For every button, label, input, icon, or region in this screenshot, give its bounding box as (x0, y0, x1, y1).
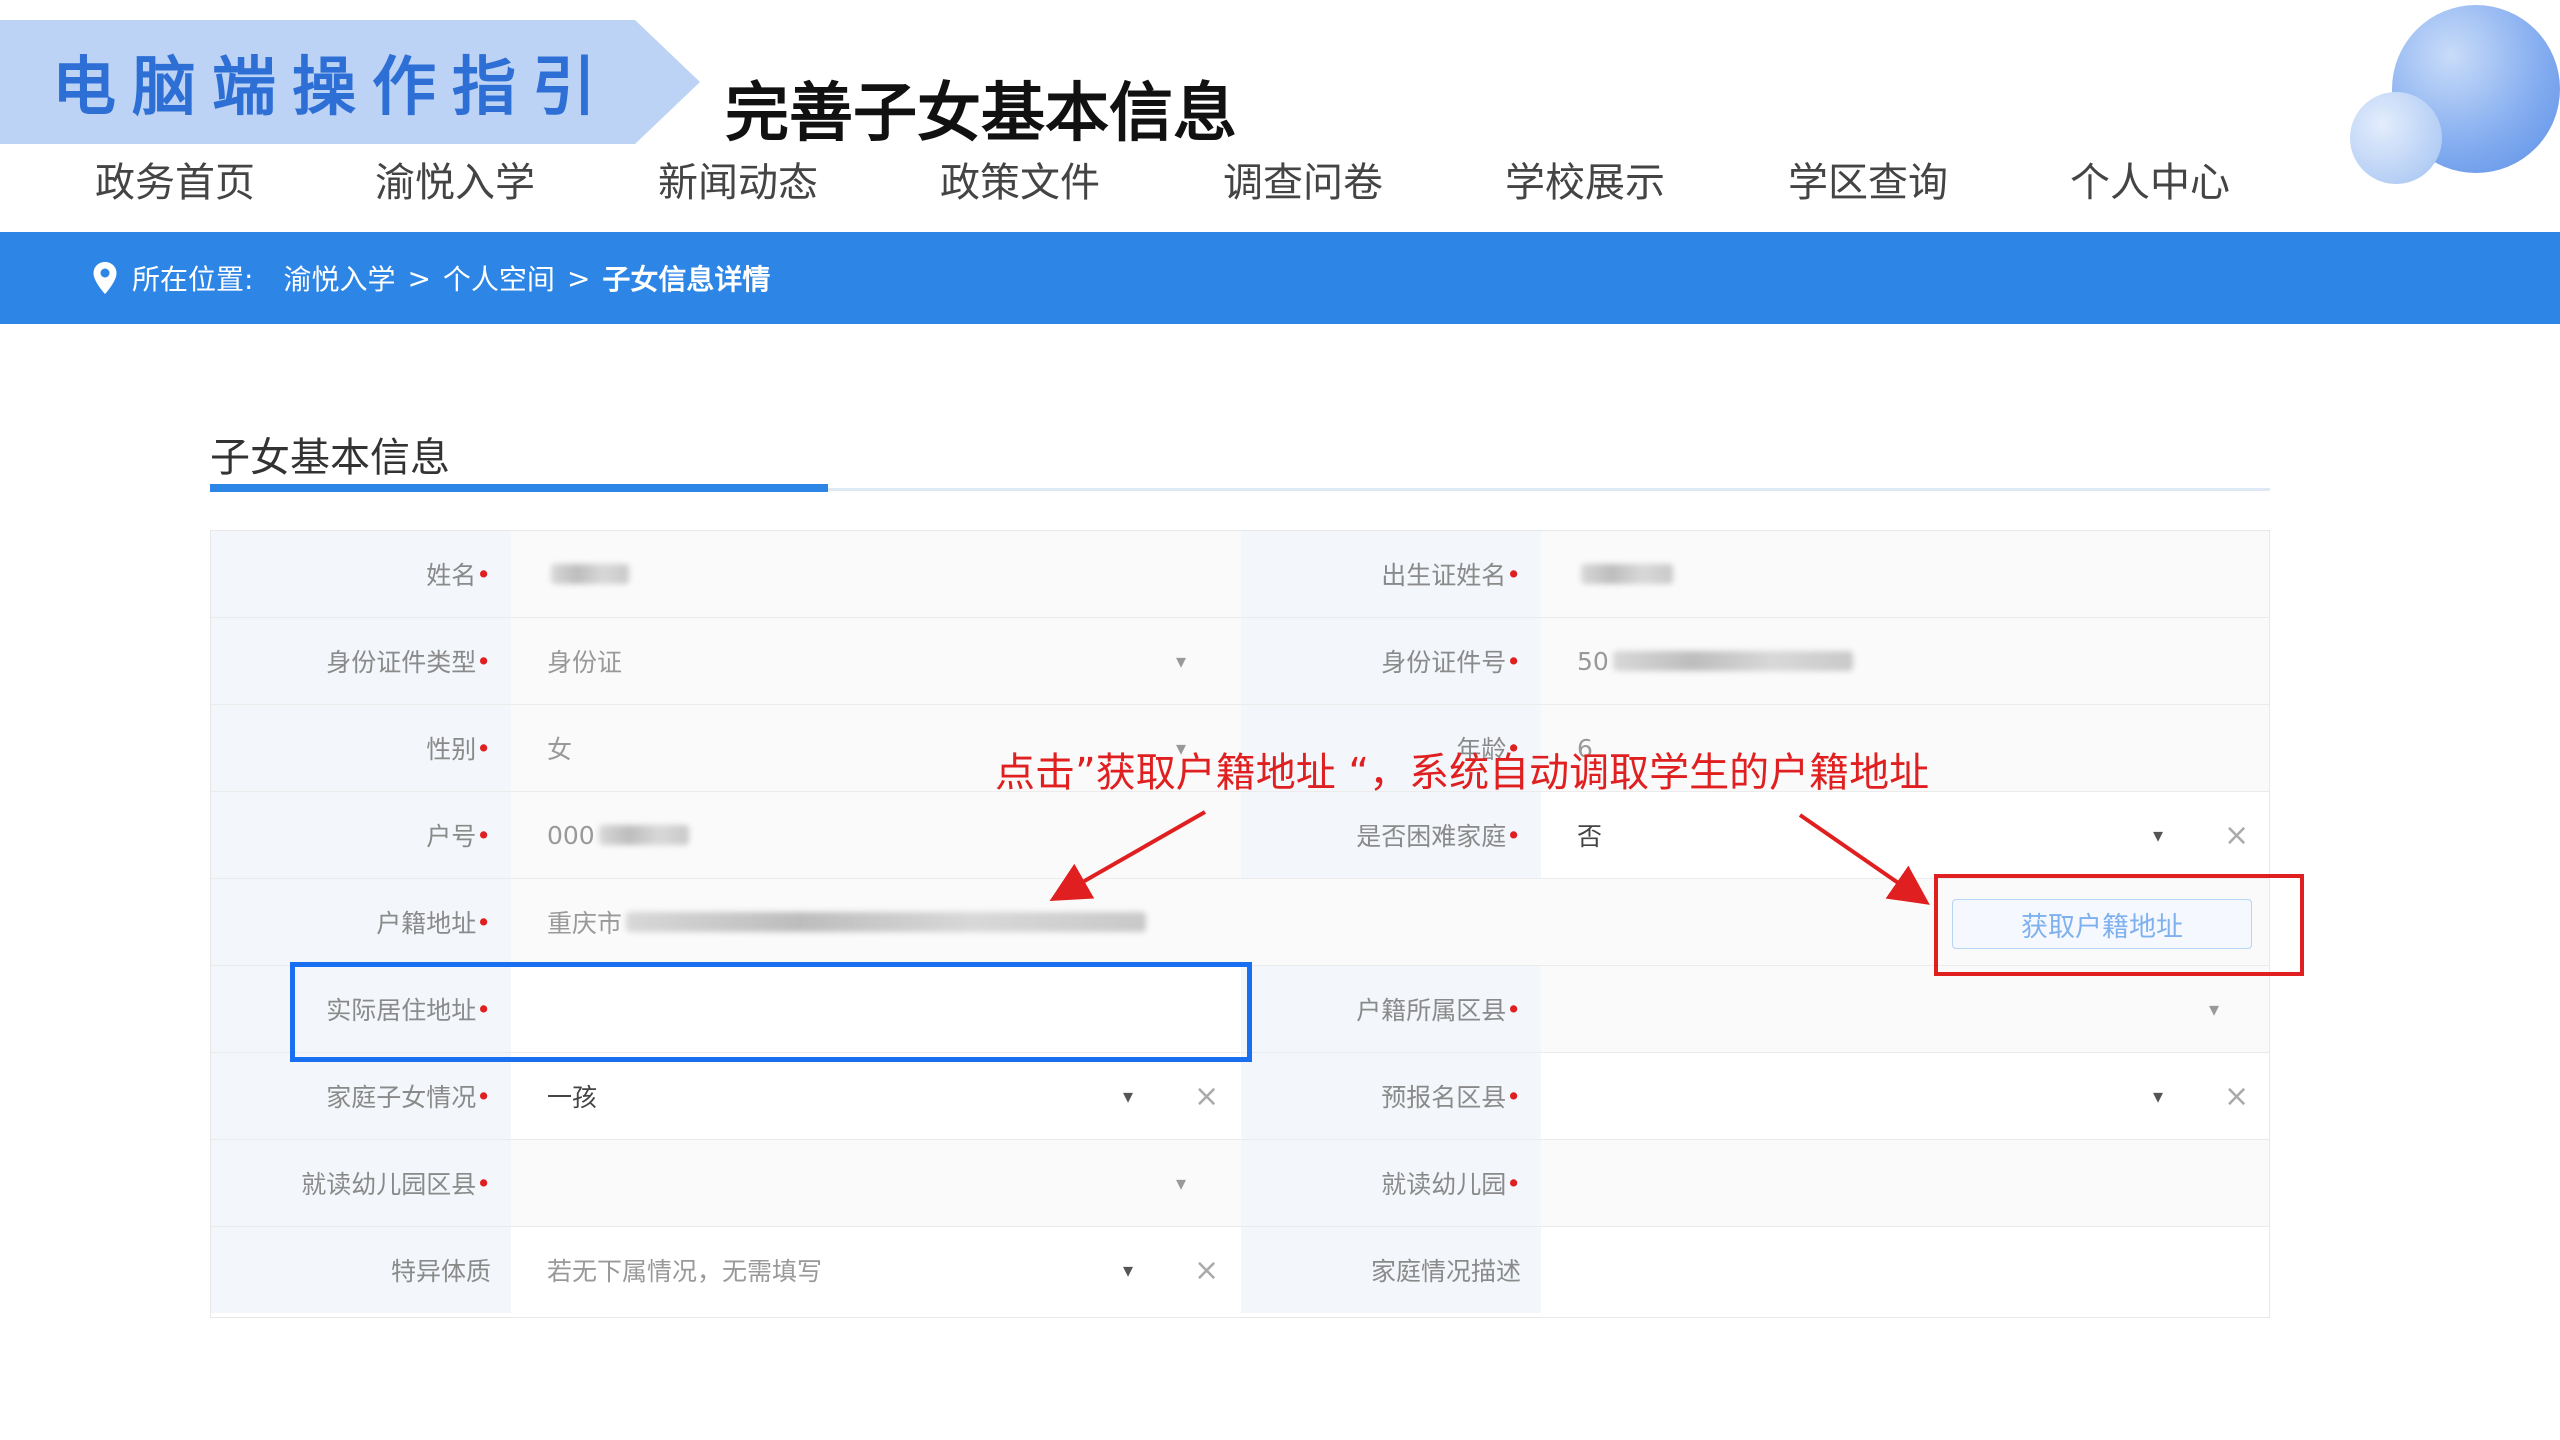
section-divider-active (210, 484, 828, 492)
nav-item-home[interactable]: 政务首页 (95, 150, 255, 208)
hukou-district-label: 户籍所属区县 • (1241, 966, 1541, 1052)
id-number-field[interactable]: 50 (1541, 618, 2269, 704)
form-row: 家庭子女情况 • 一孩 ▾ × 预报名区县 • ▾ × (211, 1053, 2269, 1140)
special-select[interactable]: 若无下属情况，无需填写 ▾ × (511, 1227, 1241, 1313)
redacted-value (1581, 564, 1673, 584)
id-type-select[interactable]: 身份证 ▾ (511, 618, 1241, 704)
form-row: 特异体质 若无下属情况，无需填写 ▾ × 家庭情况描述 (211, 1227, 2269, 1314)
id-type-label: 身份证件类型 • (211, 618, 511, 704)
annotation-text: 点击”获取户籍地址 “，系统自动调取学生的户籍地址 (995, 750, 1930, 796)
guide-banner-text: 电脑端操作指引 (52, 50, 612, 125)
clear-icon[interactable]: × (2224, 818, 2249, 853)
nav-item-news[interactable]: 新闻动态 (658, 150, 818, 208)
children-select[interactable]: 一孩 ▾ × (511, 1053, 1241, 1139)
gender-label: 性别 • (211, 705, 511, 791)
redacted-value (598, 825, 689, 845)
clear-icon[interactable]: × (1194, 1253, 1219, 1288)
chevron-down-icon: ▾ (2209, 997, 2220, 1021)
hardship-label: 是否困难家庭 • (1241, 792, 1541, 878)
hukou-address-label: 户籍地址 • (211, 879, 511, 965)
clear-icon[interactable]: × (1194, 1079, 1219, 1114)
chevron-down-icon: ▾ (2153, 1084, 2164, 1108)
chevron-down-icon: ▾ (1123, 1258, 1134, 1282)
top-nav: 政务首页 渝悦入学 新闻动态 政策文件 调查问卷 学校展示 学区查询 个人中心 (0, 150, 2440, 230)
breadcrumb-prefix: 所在位置: (132, 263, 254, 296)
form-row: 姓名 • 出生证姓名 • (211, 531, 2269, 618)
birth-cert-name-field[interactable] (1541, 531, 2269, 617)
nav-item-survey[interactable]: 调查问卷 (1223, 150, 1383, 208)
family-desc-input[interactable] (1541, 1227, 2269, 1313)
name-label: 姓名 • (211, 531, 511, 617)
birth-cert-name-label: 出生证姓名 • (1241, 531, 1541, 617)
button-highlight-box (1934, 874, 2304, 976)
breadcrumb-separator: > (407, 261, 431, 295)
redacted-value (551, 564, 629, 584)
breadcrumb-item-personal-space[interactable]: 个人空间 (443, 258, 555, 298)
section-title: 子女基本信息 (210, 435, 450, 481)
breadcrumb-item-enrollment[interactable]: 渝悦入学 (283, 258, 395, 298)
children-label: 家庭子女情况 • (211, 1053, 511, 1139)
kinder-district-label: 就读幼儿园区县 • (211, 1140, 511, 1226)
household-no-label: 户号 • (211, 792, 511, 878)
redacted-value (1612, 651, 1853, 671)
name-field[interactable] (511, 531, 1241, 617)
chevron-down-icon: ▾ (2153, 823, 2164, 847)
breadcrumb-item-current: 子女信息详情 (602, 263, 771, 296)
prereg-district-label: 预报名区县 • (1241, 1053, 1541, 1139)
breadcrumb-separator: > (566, 261, 591, 295)
form-row: 身份证件类型 • 身份证 ▾ 身份证件号 • 50 (211, 618, 2269, 705)
nav-item-schools[interactable]: 学校展示 (1505, 150, 1665, 208)
chevron-down-icon: ▾ (1176, 649, 1187, 673)
id-number-label: 身份证件号 • (1241, 618, 1541, 704)
hukou-district-select[interactable]: ▾ (1541, 966, 2269, 1052)
kinder-district-select[interactable]: ▾ (511, 1140, 1241, 1226)
redacted-value (626, 912, 1147, 932)
slide-title: 完善子女基本信息 (725, 77, 1237, 151)
hardship-select[interactable]: 否 ▾ × (1541, 792, 2269, 878)
family-desc-label: 家庭情况描述 (1241, 1227, 1541, 1313)
breadcrumb: 所在位置: 渝悦入学 > 个人空间 > 子女信息详情 (0, 232, 2560, 324)
chevron-down-icon: ▾ (1176, 1171, 1187, 1195)
clear-icon[interactable]: × (2224, 1079, 2249, 1114)
nav-item-enrollment[interactable]: 渝悦入学 (375, 150, 535, 208)
kindergarten-field[interactable] (1541, 1140, 2269, 1226)
nav-item-policy[interactable]: 政策文件 (940, 150, 1100, 208)
chevron-down-icon: ▾ (1123, 1084, 1134, 1108)
guide-banner: 电脑端操作指引 (0, 20, 700, 144)
form-row: 就读幼儿园区县 • ▾ 就读幼儿园 • (211, 1140, 2269, 1227)
household-no-field[interactable]: 000 (511, 792, 1241, 878)
prereg-district-select[interactable]: ▾ × (1541, 1053, 2269, 1139)
nav-item-personal-center[interactable]: 个人中心 (2070, 150, 2230, 208)
form-row: 户号 • 000 是否困难家庭 • 否 ▾ × (211, 792, 2269, 879)
special-label: 特异体质 (211, 1227, 511, 1313)
location-pin-icon (93, 262, 117, 294)
kindergarten-label: 就读幼儿园 • (1241, 1140, 1541, 1226)
actual-address-highlight-box (290, 962, 1252, 1062)
nav-item-district-query[interactable]: 学区查询 (1788, 150, 1948, 208)
